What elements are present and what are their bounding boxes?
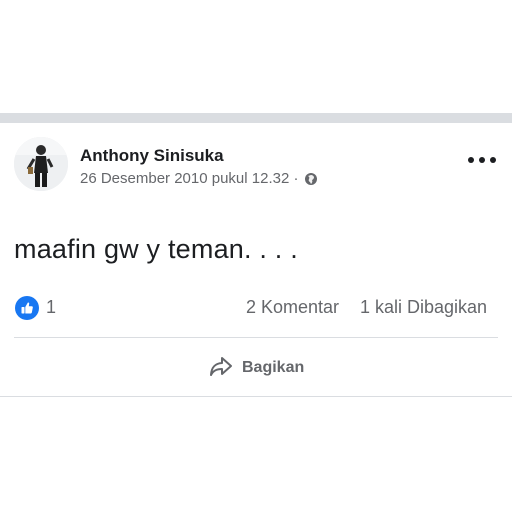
post-text: maafin gw y teman. . . . <box>14 234 298 264</box>
more-options-icon[interactable] <box>468 152 496 168</box>
action-divider <box>14 337 498 338</box>
share-button[interactable]: Bagikan <box>208 352 320 384</box>
globe-icon <box>304 172 318 186</box>
author-name[interactable]: Anthony Sinisuka <box>80 146 224 166</box>
share-button-label: Bagikan <box>242 359 305 376</box>
feed-separator <box>0 113 512 123</box>
share-arrow-icon <box>208 355 234 382</box>
comments-count-link[interactable]: 2 Komentar <box>246 297 339 318</box>
avatar[interactable] <box>14 137 68 191</box>
post-timestamp[interactable]: 26 Desember 2010 pukul 12.32 · <box>80 170 298 187</box>
post-meta: 26 Desember 2010 pukul 12.32 · <box>80 170 318 187</box>
reaction-count[interactable]: 1 <box>46 297 56 318</box>
shares-count-link[interactable]: 1 kali Dibagikan <box>360 297 487 318</box>
like-icon[interactable] <box>15 296 39 320</box>
